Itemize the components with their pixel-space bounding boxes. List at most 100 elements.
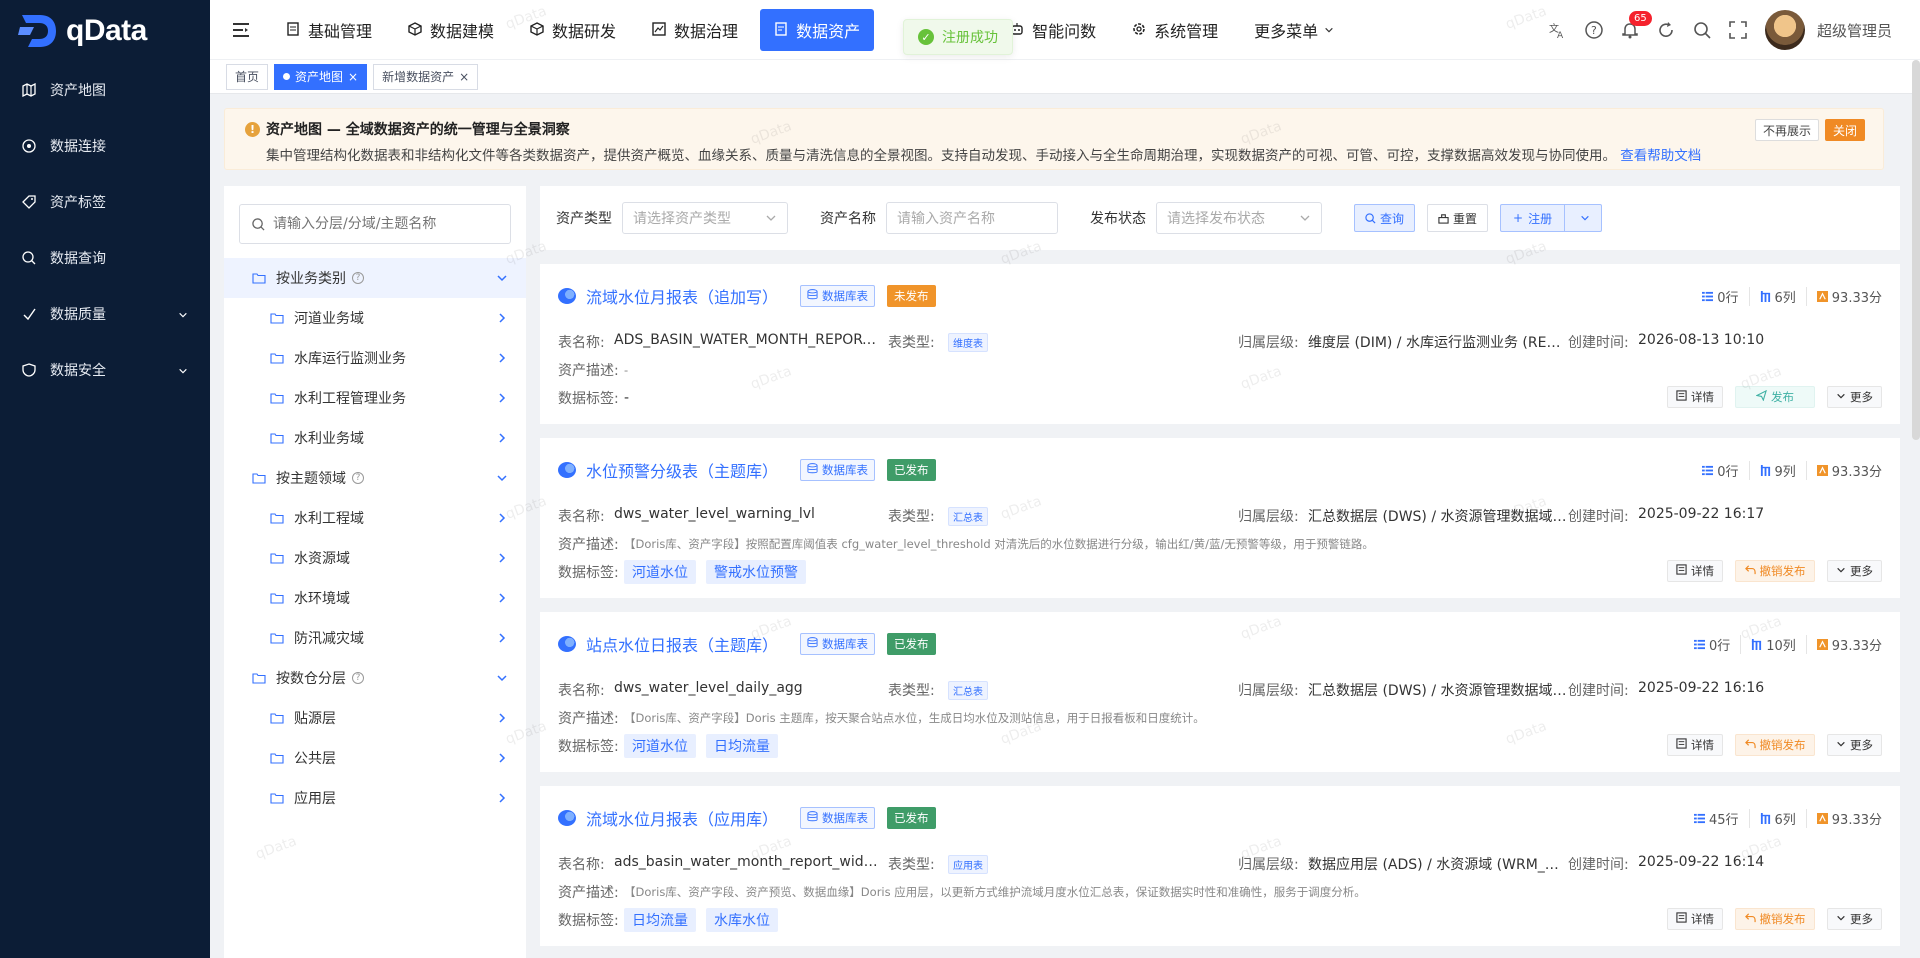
tree-item[interactable]: 水资源域 [224,538,526,578]
data-tag[interactable]: 河道水位 [624,734,696,758]
nav-item-7[interactable]: 系统管理 [1118,9,1232,51]
close-icon[interactable]: × [348,70,358,84]
hide-notice-button[interactable]: 不再展示 [1754,119,1819,141]
asset-type-select[interactable]: 请选择资产类型 [622,202,788,234]
nav-item-3[interactable]: 数据治理 [638,9,752,51]
tree-item[interactable]: 河道业务域 [224,298,526,338]
translate-icon[interactable]: 文A [1549,21,1567,39]
table-name-key: 表名称: [558,857,605,873]
chevron-right-icon[interactable] [496,432,508,448]
tree-search-box[interactable] [239,204,511,244]
sidebar-item-3[interactable]: 数据查询 [0,230,210,286]
sidebar-item-label: 资产地图 [50,83,106,99]
help-icon[interactable]: ? [352,672,364,684]
tree-item[interactable]: 贴源层 [224,698,526,738]
chevron-right-icon[interactable] [496,312,508,328]
help-doc-link[interactable]: 查看帮助文档 [1620,148,1701,164]
chevron-right-icon[interactable] [496,632,508,648]
search-icon[interactable] [1693,21,1711,39]
detail-button[interactable]: 详情 [1667,734,1723,756]
unpublish-button[interactable]: 撤销发布 [1735,908,1815,930]
close-notice-button[interactable]: 关闭 [1824,119,1865,141]
asset-name-input[interactable]: 请输入资产名称 [886,202,1058,234]
menu-toggle-icon[interactable] [210,22,272,37]
data-tag[interactable]: 日均流量 [706,734,778,758]
tree-search-input[interactable] [273,216,503,232]
sidebar-item-1[interactable]: 数据连接 [0,118,210,174]
unpublish-button[interactable]: 撤销发布 [1735,560,1815,582]
help-icon[interactable]: ? [1585,21,1603,39]
reset-button[interactable]: 重置 [1427,204,1489,232]
detail-button[interactable]: 详情 [1667,560,1723,582]
asset-title[interactable]: 站点水位日报表（主题库） [586,632,778,656]
nav-item-1[interactable]: 数据建模 [394,9,508,51]
avatar[interactable] [1764,10,1805,50]
chevron-right-icon[interactable] [496,352,508,368]
register-dropdown-icon[interactable] [1569,213,1601,223]
tree-group-0[interactable]: 按业务类别? [224,258,526,298]
chevron-right-icon[interactable] [496,392,508,408]
nav-item-4[interactable]: 数据资产 [760,8,875,51]
sidebar-item-4[interactable]: 数据质量 [0,286,210,342]
tree-item[interactable]: 防汛减灾域 [224,618,526,658]
chevron-right-icon[interactable] [496,552,508,568]
detail-button[interactable]: 详情 [1667,386,1723,408]
tab-0[interactable]: 首页 [226,63,269,90]
chevron-right-icon[interactable] [496,752,508,768]
asset-title[interactable]: 流域水位月报表（应用库） [586,806,778,830]
publish-button[interactable]: 发布 [1735,386,1815,408]
chevron-right-icon[interactable] [496,712,508,728]
more-button[interactable]: 更多 [1827,908,1882,930]
chevron-right-icon[interactable] [496,592,508,608]
tree-item[interactable]: 水利工程管理业务 [224,378,526,418]
more-button[interactable]: 更多 [1827,734,1882,756]
page-scrollbar[interactable] [1912,60,1920,440]
chevron-right-icon[interactable] [496,512,508,528]
data-tag[interactable]: 水库水位 [706,908,778,932]
register-button[interactable]: + 注册 [1500,204,1603,232]
logo[interactable]: qData [0,0,210,62]
nav-item-0[interactable]: 基础管理 [272,9,386,51]
publish-status-select[interactable]: 请选择发布状态 [1156,202,1322,234]
data-tag[interactable]: 日均流量 [624,908,696,932]
close-icon[interactable]: × [459,70,469,84]
more-button[interactable]: 更多 [1827,386,1882,408]
fullscreen-icon[interactable] [1729,21,1747,39]
user-name[interactable]: 超级管理员 [1817,20,1892,41]
chevron-down-icon[interactable] [496,272,508,288]
asset-title[interactable]: 水位预警分级表（主题库） [586,458,778,482]
help-icon[interactable]: ? [352,472,364,484]
refresh-icon[interactable] [1657,21,1675,39]
sidebar-item-2[interactable]: 资产标签 [0,174,210,230]
nav-item-2[interactable]: 数据研发 [516,9,630,51]
asset-title[interactable]: 流域水位月报表（追加写） [586,284,778,308]
data-tag[interactable]: 警戒水位预警 [706,560,806,584]
nav-item-6[interactable]: 智能问数 [996,9,1110,51]
tree-item[interactable]: 水环境域 [224,578,526,618]
nav-item-8[interactable]: 更多菜单 [1240,9,1348,51]
query-button[interactable]: 查询 [1354,204,1416,232]
sidebar-item-5[interactable]: 数据安全 [0,342,210,398]
sidebar-item-0[interactable]: 资产地图 [0,62,210,118]
chevron-down-icon[interactable] [496,472,508,488]
tree-item[interactable]: 水利业务域 [224,418,526,458]
tree-item[interactable]: 公共层 [224,738,526,778]
tree-group-1[interactable]: 按主题领域? [224,458,526,498]
tree-item[interactable]: 水利工程域 [224,498,526,538]
detail-button[interactable]: 详情 [1667,908,1723,930]
tree-group-2[interactable]: 按数仓分层? [224,658,526,698]
tab-2[interactable]: 新增数据资产 × [373,63,479,90]
bell-icon[interactable]: 65 [1621,11,1652,39]
unpublish-button[interactable]: 撤销发布 [1735,734,1815,756]
tree-item[interactable]: 水库运行监测业务 [224,338,526,378]
chevron-down-icon[interactable] [496,672,508,688]
data-tag[interactable]: 河道水位 [624,560,696,584]
map-icon [22,83,36,97]
tab-1[interactable]: 资产地图 × [274,63,368,90]
chevron-right-icon[interactable] [496,792,508,808]
more-button[interactable]: 更多 [1827,560,1882,582]
source-tag-label: 数据库表 [822,463,869,477]
undo-icon [1744,912,1756,926]
help-icon[interactable]: ? [352,272,364,284]
tree-item[interactable]: 应用层 [224,778,526,818]
